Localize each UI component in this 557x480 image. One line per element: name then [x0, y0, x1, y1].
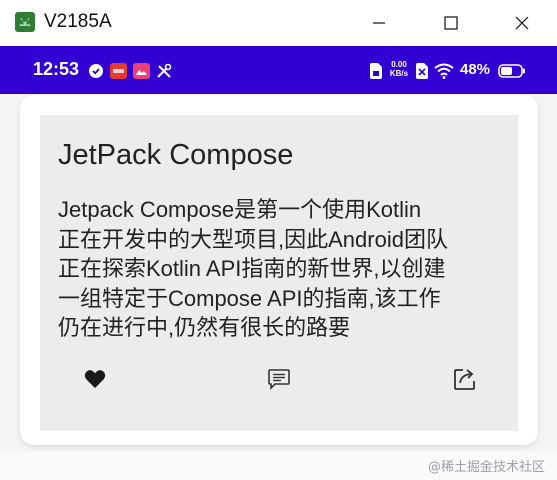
tools-icon — [156, 63, 172, 84]
close-icon — [515, 16, 529, 30]
article-card: JetPack Compose Jetpack Compose是第一个使用Kot… — [20, 95, 538, 445]
minimize-icon — [373, 22, 385, 24]
card-content: JetPack Compose Jetpack Compose是第一个使用Kot… — [40, 115, 518, 431]
window-title: V2185A — [44, 11, 112, 32]
heart-icon — [84, 370, 106, 388]
comment-button[interactable] — [265, 365, 293, 393]
pink-app-icon — [133, 63, 150, 84]
window-titlebar: V2185A — [0, 0, 557, 46]
favorite-button[interactable] — [81, 365, 109, 393]
battery-icon — [498, 64, 526, 83]
app-content: JetPack Compose Jetpack Compose是第一个使用Kot… — [0, 94, 557, 480]
card-title: JetPack Compose — [58, 139, 294, 171]
net-speed-unit: KB/s — [389, 69, 409, 78]
watermark-text: @稀土掘金技术社区 — [427, 460, 545, 475]
network-speed-icon: 0.00 KB/s — [388, 60, 410, 78]
comment-icon — [268, 369, 290, 390]
battery-percent: 48% — [460, 61, 491, 78]
share-icon — [454, 369, 475, 390]
minimize-button[interactable] — [364, 8, 394, 38]
red-app-icon — [110, 63, 127, 84]
net-speed-value: 0.00 — [391, 60, 407, 69]
status-time: 12:53 — [33, 59, 80, 79]
card-body: Jetpack Compose是第一个使用Kotlin 正在开发中的大型项目,因… — [58, 197, 448, 340]
maximize-icon — [444, 16, 458, 30]
shield-check-icon — [88, 63, 104, 84]
maximize-button[interactable] — [436, 8, 466, 38]
sim-icon — [370, 63, 382, 84]
share-button[interactable] — [451, 365, 479, 393]
no-sim-icon — [416, 63, 428, 84]
status-bar: 12:53 0.00 KB/s 48% — [0, 46, 557, 94]
android-icon — [14, 11, 36, 33]
wifi-icon — [434, 63, 454, 84]
close-button[interactable] — [507, 8, 537, 38]
